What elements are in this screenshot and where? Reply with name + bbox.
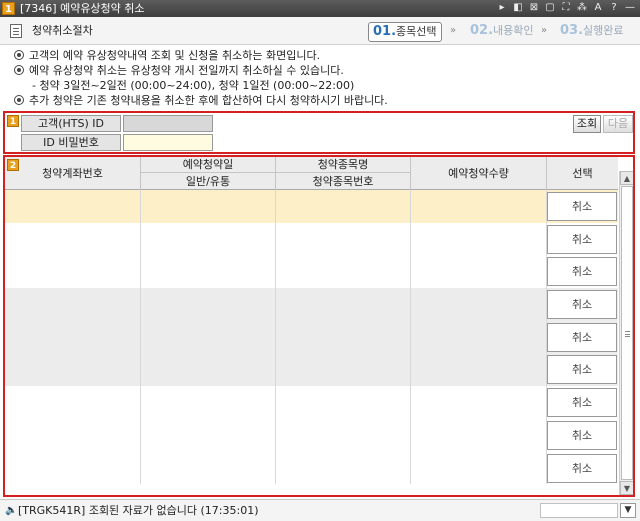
next-button[interactable]: 다음 <box>603 115 633 133</box>
step-1-label: 종목선택 <box>396 25 437 38</box>
scroll-up-icon[interactable]: ▲ <box>620 171 633 185</box>
cancel-button[interactable]: 취소 <box>547 322 617 352</box>
window-icon[interactable]: ▢ <box>544 1 556 15</box>
document-icon <box>10 24 22 38</box>
id-password-label: ID 비밀번호 <box>21 134 121 151</box>
col-stock-code: 청약종목번호 <box>276 173 411 190</box>
table-row[interactable]: 취소 <box>5 320 618 354</box>
col-select: 선택 <box>572 167 593 180</box>
panel-badge: 1 <box>7 115 19 127</box>
bullet-icon <box>14 95 24 105</box>
step-2-label: 내용확인 <box>493 24 534 37</box>
table-row[interactable]: 취소 <box>5 418 618 452</box>
step-arrow-icon: » <box>450 25 457 36</box>
bullet-icon <box>14 50 24 60</box>
title-bar: 1 [7346] 예약유상청약 취소 ▸ ◧ ⊠ ▢ ⛶ ⁂ A ? — <box>0 0 640 17</box>
col-account: 청약계좌번호 <box>5 157 141 190</box>
step-2-number: 02. <box>470 23 494 38</box>
window-title: [7346] 예약유상청약 취소 <box>20 2 145 15</box>
notice-text: 예약 유상청약 취소는 유상청약 개시 전일까지 취소하실 수 있습니다. <box>29 64 344 77</box>
window-badge: 1 <box>2 2 15 15</box>
cancel-button[interactable]: 취소 <box>547 224 617 254</box>
fullscreen-icon[interactable]: ⛶ <box>560 1 572 15</box>
vertical-scrollbar[interactable]: ▲ ▼ <box>619 171 633 495</box>
table-row[interactable]: 취소 <box>5 386 618 419</box>
section-title: 청약취소절차 <box>32 24 93 37</box>
scroll-thumb[interactable] <box>621 186 633 480</box>
table-header: 청약계좌번호 예약청약일 일반/유통 청약종목명 청약종목번호 예약청약수량 선… <box>5 157 618 190</box>
speaker-icon: 🔈 <box>5 505 18 516</box>
cancel-button[interactable]: 취소 <box>547 453 617 483</box>
cancel-button[interactable]: 취소 <box>547 388 617 418</box>
step-arrow-icon: » <box>541 25 548 36</box>
customer-id-field[interactable] <box>123 115 213 132</box>
window-controls: ▸ ◧ ⊠ ▢ ⛶ ⁂ A ? — <box>496 1 636 15</box>
link-arrow-icon[interactable]: ▸ <box>496 1 508 15</box>
step-1-select[interactable]: 01.종목선택 <box>368 22 442 42</box>
notice-list: 고객의 예약 유상청약내역 조회 및 신청을 취소하는 화면입니다. 예약 유상… <box>14 48 634 108</box>
col-date: 예약청약일 <box>141 157 276 173</box>
status-message: [TRGK541R] 조회된 자료가 없습니다 (17:35:01) <box>18 504 259 517</box>
status-dropdown-icon[interactable]: ▼ <box>620 503 636 518</box>
table-row[interactable]: 취소 <box>5 190 618 223</box>
login-panel: 1 고객(HTS) ID ID 비밀번호 조회 다음 <box>3 111 635 154</box>
notice-text: 고객의 예약 유상청약내역 조회 및 신청을 취소하는 화면입니다. <box>29 49 321 62</box>
cancel-button[interactable]: 취소 <box>547 257 617 287</box>
cancel-button[interactable]: 취소 <box>547 420 617 450</box>
table-row[interactable]: 취소 <box>5 288 618 321</box>
step-3-number: 03. <box>560 23 584 38</box>
step-3-complete: 03.실행완료 <box>556 22 628 42</box>
col-quantity: 예약청약수량 <box>411 157 547 190</box>
cancel-button[interactable]: 취소 <box>547 355 617 385</box>
notice-item: 예약 유상청약 취소는 유상청약 개시 전일까지 취소하실 수 있습니다. <box>14 63 634 78</box>
col-stock-name: 청약종목명 <box>276 157 411 173</box>
notice-subitem: - 청약 3일전~2일전 (00:00~24:00), 청약 1일전 (00:0… <box>14 78 634 93</box>
table-body: 취소 취소 취소 취소 취소 취소 취소 취소 취소 <box>5 190 618 485</box>
col-date-type: 일반/유통 <box>141 173 276 190</box>
step-2-confirm: 02.내용확인 <box>466 22 538 42</box>
scroll-down-icon[interactable]: ▼ <box>620 481 633 495</box>
step-1-number: 01. <box>373 24 397 39</box>
id-password-field[interactable] <box>123 134 213 151</box>
notice-text: 추가 청약은 기존 청약내용을 취소한 후에 합산하여 다시 청약하시기 바랍니… <box>29 94 388 107</box>
table-row[interactable]: 취소 <box>5 255 618 289</box>
help-icon[interactable]: ? <box>608 1 620 15</box>
bullet-icon <box>14 65 24 75</box>
query-button[interactable]: 조회 <box>573 115 601 133</box>
step-header: 청약취소절차 01.종목선택 » 02.내용확인 » 03.실행완료 <box>0 17 640 45</box>
notice-text: - 청약 3일전~2일전 (00:00~24:00), 청약 1일전 (00:0… <box>32 79 355 92</box>
cancel-button[interactable]: 취소 <box>547 192 617 221</box>
status-message-box <box>540 503 618 518</box>
notice-item: 추가 청약은 기존 청약내용을 취소한 후에 합산하여 다시 청약하시기 바랍니… <box>14 93 634 108</box>
status-bar: 🔈 [TRGK541R] 조회된 자료가 없습니다 (17:35:01) ▼ <box>0 499 640 521</box>
table-row[interactable]: 취소 <box>5 451 618 485</box>
customer-id-label: 고객(HTS) ID <box>21 115 121 132</box>
cancel-button[interactable]: 취소 <box>547 290 617 320</box>
subscription-table-panel: 2 청약계좌번호 예약청약일 일반/유통 청약종목명 청약종목번호 예약청약수량… <box>3 155 635 497</box>
grip-icon <box>625 331 630 337</box>
mail-icon[interactable]: ⊠ <box>528 1 540 15</box>
minimize-icon[interactable]: — <box>624 1 636 15</box>
notice-item: 고객의 예약 유상청약내역 조회 및 신청을 취소하는 화면입니다. <box>14 48 634 63</box>
panel-badge: 2 <box>7 159 19 171</box>
table-row[interactable]: 취소 <box>5 353 618 387</box>
font-size-icon[interactable]: A <box>592 1 604 15</box>
settings-icon[interactable]: ⁂ <box>576 1 588 15</box>
step-3-label: 실행완료 <box>583 24 624 37</box>
table-row[interactable]: 취소 <box>5 222 618 256</box>
pin-icon[interactable]: ◧ <box>512 1 524 15</box>
